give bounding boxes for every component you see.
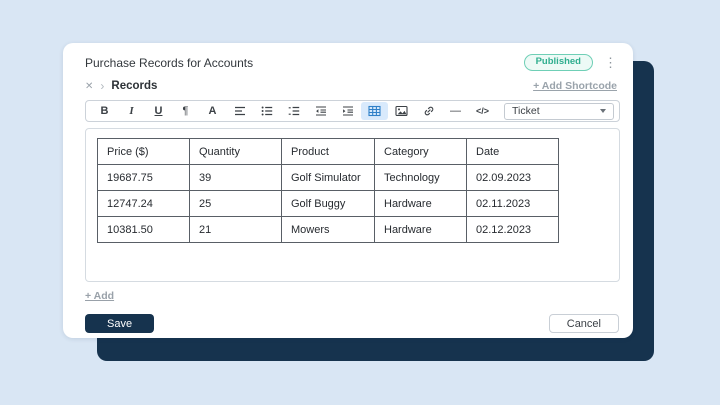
font-color-button[interactable]: A xyxy=(199,102,226,120)
table-cell[interactable]: Golf Buggy xyxy=(282,191,375,217)
horizontal-rule-button[interactable]: — xyxy=(442,102,469,120)
table-cell[interactable]: 39 xyxy=(190,165,282,191)
numbered-list-button[interactable] xyxy=(280,102,307,120)
align-icon xyxy=(234,105,246,117)
table-header-row: Price ($)QuantityProductCategoryDate xyxy=(98,139,559,165)
kebab-menu-icon[interactable]: ⋮ xyxy=(602,56,619,69)
outdent-icon xyxy=(315,105,327,117)
numbered-list-icon xyxy=(288,105,300,117)
add-shortcode-link[interactable]: + Add Shortcode xyxy=(533,80,617,92)
underline-button[interactable]: U xyxy=(145,102,172,120)
add-row-link[interactable]: + Add xyxy=(85,290,114,302)
column-header: Category xyxy=(375,139,467,165)
table-cell[interactable]: 21 xyxy=(190,217,282,243)
table-cell[interactable]: 02.11.2023 xyxy=(467,191,559,217)
column-header: Product xyxy=(282,139,375,165)
save-button[interactable]: Save xyxy=(85,314,154,333)
dropdown-value: Ticket xyxy=(512,105,540,117)
paragraph-button[interactable]: ¶ xyxy=(172,102,199,120)
table-row: 19687.7539Golf SimulatorTechnology02.09.… xyxy=(98,165,559,191)
table-row: 12747.2425Golf BuggyHardware02.11.2023 xyxy=(98,191,559,217)
table-cell[interactable]: 25 xyxy=(190,191,282,217)
editor-modal-card: Purchase Records for Accounts Published … xyxy=(63,43,633,338)
chevron-right-icon: › xyxy=(100,80,104,92)
chevron-down-icon xyxy=(600,109,606,113)
column-header: Date xyxy=(467,139,559,165)
breadcrumb-records[interactable]: Records xyxy=(111,80,157,92)
image-icon xyxy=(395,105,408,117)
table-cell[interactable]: Technology xyxy=(375,165,467,191)
close-icon[interactable]: ✕ xyxy=(85,81,93,92)
table-cell[interactable]: Hardware xyxy=(375,217,467,243)
code-button[interactable]: </> xyxy=(469,102,496,120)
editor-content-area[interactable]: Price ($)QuantityProductCategoryDate 196… xyxy=(85,128,620,282)
outdent-button[interactable] xyxy=(307,102,334,120)
table-cell[interactable]: Mowers xyxy=(282,217,375,243)
table-cell[interactable]: 19687.75 xyxy=(98,165,190,191)
ticket-dropdown[interactable]: Ticket xyxy=(504,103,614,120)
link-button[interactable] xyxy=(415,102,442,120)
card-header: Purchase Records for Accounts Published … xyxy=(85,54,619,71)
table-button[interactable] xyxy=(361,102,388,120)
header-actions: Published ⋮ xyxy=(524,54,619,71)
image-button[interactable] xyxy=(388,102,415,120)
bullet-list-button[interactable] xyxy=(253,102,280,120)
table-cell[interactable]: Golf Simulator xyxy=(282,165,375,191)
cancel-button[interactable]: Cancel xyxy=(549,314,619,333)
table-cell[interactable]: 12747.24 xyxy=(98,191,190,217)
column-header: Quantity xyxy=(190,139,282,165)
table-cell[interactable]: 02.12.2023 xyxy=(467,217,559,243)
breadcrumb: ✕ › Records + Add Shortcode xyxy=(85,79,617,93)
bold-button[interactable]: B xyxy=(91,102,118,120)
indent-button[interactable] xyxy=(334,102,361,120)
table-icon xyxy=(368,105,381,117)
italic-button[interactable]: I xyxy=(118,102,145,120)
align-button[interactable] xyxy=(226,102,253,120)
records-table: Price ($)QuantityProductCategoryDate 196… xyxy=(97,138,559,243)
table-cell[interactable]: 10381.50 xyxy=(98,217,190,243)
table-cell[interactable]: 02.09.2023 xyxy=(467,165,559,191)
status-badge: Published xyxy=(524,54,593,71)
table-row: 10381.5021MowersHardware02.12.2023 xyxy=(98,217,559,243)
column-header: Price ($) xyxy=(98,139,190,165)
page-title: Purchase Records for Accounts xyxy=(85,56,253,70)
editor-toolbar: B I U ¶ A xyxy=(85,100,620,122)
table-cell[interactable]: Hardware xyxy=(375,191,467,217)
indent-icon xyxy=(342,105,354,117)
link-icon xyxy=(423,105,435,117)
bullet-list-icon xyxy=(261,105,273,117)
page-background: Purchase Records for Accounts Published … xyxy=(0,0,720,405)
